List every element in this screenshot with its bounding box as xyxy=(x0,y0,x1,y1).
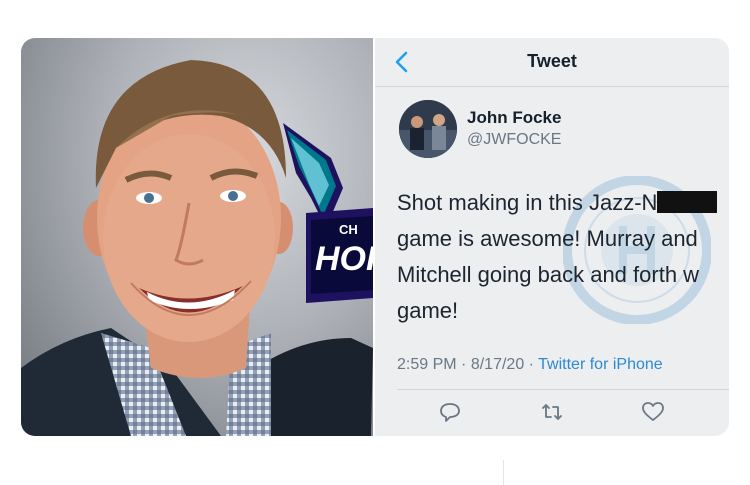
header-title: Tweet xyxy=(527,51,577,71)
author-name[interactable]: John Focke xyxy=(467,108,561,128)
like-heart-icon[interactable] xyxy=(641,400,665,424)
author-avatar[interactable] xyxy=(399,100,457,158)
tweet-line: game! xyxy=(397,298,459,323)
retweet-icon[interactable] xyxy=(540,400,564,424)
redaction-bar xyxy=(657,191,718,213)
tweet-time: 2:59 PM xyxy=(397,356,457,373)
tweet-line: Mitchell going back and forth w xyxy=(397,262,700,287)
tweet-screenshot: Tweet John Focke @JWFOCKE Shot making in… xyxy=(375,38,729,436)
tweet-actions xyxy=(375,400,729,430)
divider xyxy=(503,460,504,485)
tweet-meta: 2:59 PM · 8/17/20 · Twitter for iPhone xyxy=(397,356,663,374)
portrait-photo: CH HOR xyxy=(21,38,373,436)
divider xyxy=(397,389,729,390)
tweet-line: Shot making in this Jazz-N xyxy=(397,185,729,221)
portrait-illustration: CH HOR xyxy=(21,60,373,436)
tweet-source-link[interactable]: Twitter for iPhone xyxy=(538,356,663,373)
tweet-body: Shot making in this Jazz-N game is aweso… xyxy=(397,185,729,329)
reply-icon[interactable] xyxy=(438,400,462,424)
logo-text-small: CH xyxy=(339,222,358,237)
author-handle[interactable]: @JWFOCKE xyxy=(467,131,561,149)
image-card: CH HOR xyxy=(21,38,729,436)
tweet-header: Tweet xyxy=(375,38,729,87)
meta-separator: · xyxy=(461,356,467,373)
tweet-date: 8/17/20 xyxy=(470,356,525,373)
logo-text-large: HOR xyxy=(315,240,373,278)
tweet-line: game is awesome! Murray and xyxy=(397,226,698,251)
meta-separator: · xyxy=(528,356,534,373)
